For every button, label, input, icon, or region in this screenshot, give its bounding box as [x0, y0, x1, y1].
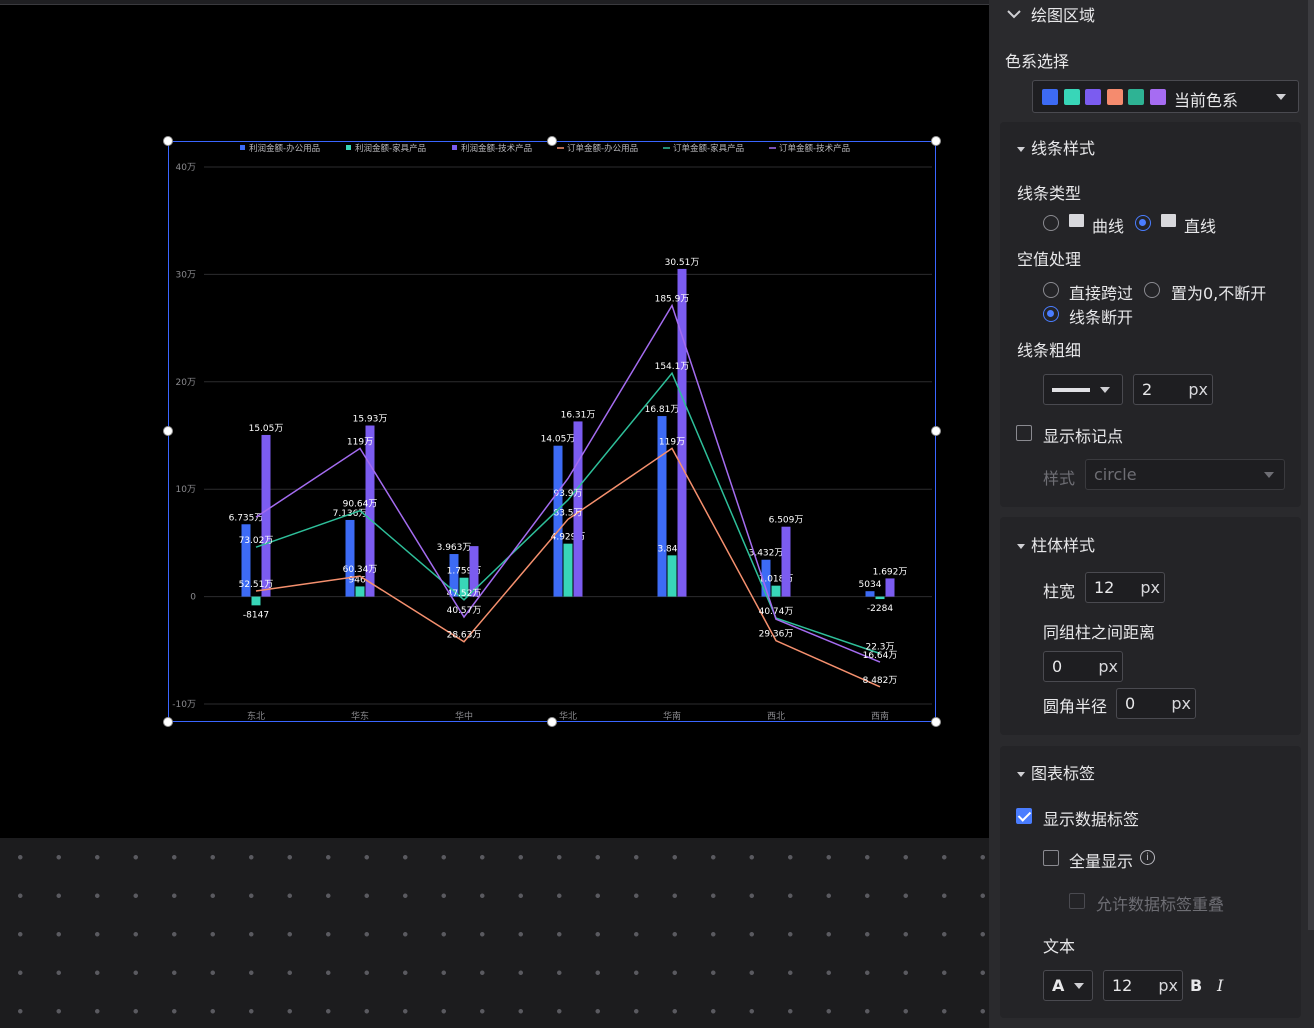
bar-radius-input[interactable]: 0 px	[1116, 688, 1196, 719]
line-style-header[interactable]: 线条样式	[1017, 135, 1095, 159]
info-icon[interactable]: i	[1140, 850, 1155, 865]
null-break-label: 线条断开	[1069, 308, 1134, 327]
line-type-straight-label: 直线	[1184, 217, 1217, 236]
chart-label-title: 图表标签	[1031, 764, 1096, 783]
marker-style-select[interactable]: circle	[1085, 459, 1285, 490]
dropdown-arrow-icon	[1074, 983, 1084, 989]
caret-down-icon	[1017, 544, 1025, 549]
show-data-label-checkbox[interactable]	[1016, 808, 1032, 824]
bar-gap-value: 0	[1052, 657, 1063, 676]
bar-style-title: 柱体样式	[1031, 536, 1096, 555]
properties-panel: 绘图区域 色系选择 当前色系 线条样式 线条类型 曲线 直线 空值处理 直接跨过…	[989, 0, 1314, 1028]
null-skip-radio[interactable]	[1043, 282, 1059, 298]
canvas-area: -10万 0 10万 20万 30万 40万 东北 华东 华中 华北 华南 西北 西南 利润金额-办公用品…	[0, 0, 989, 1028]
bold-button[interactable]: B	[1190, 976, 1202, 995]
resize-handle-top-right[interactable]	[931, 136, 941, 146]
resize-handle-top-left[interactable]	[163, 136, 173, 146]
bar-width-value: 12	[1094, 578, 1115, 597]
resize-handle-top[interactable]	[547, 136, 557, 146]
font-size-unit: px	[1158, 976, 1178, 995]
font-color-select[interactable]: A	[1043, 970, 1093, 1001]
chart-label-header[interactable]: 图表标签	[1017, 760, 1095, 784]
bar-width-input[interactable]: 12 px	[1085, 572, 1165, 603]
line-type-curve-label: 曲线	[1092, 217, 1125, 236]
section-header-plot-area[interactable]: 绘图区域	[1007, 3, 1095, 25]
allow-overlap-label: 允许数据标签重叠	[1096, 895, 1225, 914]
allow-overlap-checkbox[interactable]	[1069, 893, 1085, 909]
font-size-value: 12	[1112, 976, 1133, 995]
text-label: 文本	[1043, 937, 1076, 956]
canvas-dot-grid	[0, 838, 989, 1028]
show-all-label: 全量显示	[1069, 852, 1134, 871]
bar-width-unit: px	[1140, 578, 1160, 597]
null-handling-label: 空值处理	[1017, 250, 1082, 269]
dropdown-arrow-icon	[1264, 472, 1274, 478]
palette-swatch	[1106, 89, 1123, 105]
bar-radius-label: 圆角半径	[1043, 697, 1108, 716]
line-width-label: 线条粗细	[1017, 341, 1082, 360]
panel-scrollbar[interactable]	[1308, 0, 1314, 930]
show-marker-label: 显示标记点	[1043, 427, 1124, 446]
font-size-input[interactable]: 12 px	[1103, 970, 1183, 1001]
font-color-icon: A	[1052, 976, 1065, 995]
line-preview-icon	[1052, 387, 1090, 392]
dropdown-arrow-icon	[1100, 387, 1110, 393]
null-zero-radio[interactable]	[1144, 282, 1160, 298]
caret-down-icon	[1017, 147, 1025, 152]
show-data-label-label: 显示数据标签	[1043, 810, 1140, 829]
section-title: 绘图区域	[1031, 6, 1096, 25]
curve-line-icon	[1069, 214, 1084, 227]
line-style-title: 线条样式	[1031, 139, 1096, 158]
bar-radius-value: 0	[1125, 694, 1136, 713]
straight-line-icon	[1161, 214, 1176, 227]
line-type-curve-radio[interactable]	[1043, 215, 1059, 231]
palette-swatch	[1085, 89, 1101, 105]
bar-gap-unit: px	[1098, 657, 1118, 676]
palette-swatch	[1042, 89, 1058, 105]
line-width-input[interactable]: 2 px	[1133, 374, 1213, 405]
line-width-value: 2	[1142, 380, 1153, 399]
bar-style-header[interactable]: 柱体样式	[1017, 532, 1095, 556]
marker-style-label: 样式	[1043, 469, 1076, 488]
italic-button[interactable]: I	[1217, 976, 1223, 995]
null-skip-label: 直接跨过	[1069, 284, 1134, 303]
palette-swatch	[1063, 89, 1080, 105]
palette-swatch	[1128, 89, 1144, 105]
marker-style-value: circle	[1094, 465, 1137, 484]
chart-selection-frame[interactable]	[168, 141, 936, 722]
line-width-unit: px	[1188, 380, 1208, 399]
resize-handle-right[interactable]	[931, 426, 941, 436]
bar-gap-input[interactable]: 0 px	[1043, 651, 1123, 682]
null-break-radio[interactable]	[1043, 306, 1059, 322]
bar-width-label: 柱宽	[1043, 582, 1076, 601]
bar-radius-unit: px	[1171, 694, 1191, 713]
resize-handle-bottom-right[interactable]	[931, 717, 941, 727]
palette-swatch	[1149, 89, 1166, 105]
color-scheme-value: 当前色系	[1174, 91, 1239, 110]
bar-gap-label: 同组柱之间距离	[1043, 623, 1156, 642]
resize-handle-bottom-left[interactable]	[163, 717, 173, 727]
color-scheme-label: 色系选择	[1005, 52, 1070, 71]
resize-handle-bottom[interactable]	[547, 717, 557, 727]
show-marker-checkbox[interactable]	[1016, 425, 1032, 441]
chevron-down-icon	[1007, 10, 1021, 19]
null-zero-label: 置为0,不断开	[1171, 284, 1267, 303]
line-type-label: 线条类型	[1017, 184, 1082, 203]
resize-handle-left[interactable]	[163, 426, 173, 436]
line-width-style-select[interactable]	[1043, 374, 1123, 405]
line-type-straight-radio[interactable]	[1135, 215, 1151, 231]
dropdown-arrow-icon	[1276, 94, 1286, 100]
caret-down-icon	[1017, 772, 1025, 777]
show-all-checkbox[interactable]	[1043, 850, 1059, 866]
